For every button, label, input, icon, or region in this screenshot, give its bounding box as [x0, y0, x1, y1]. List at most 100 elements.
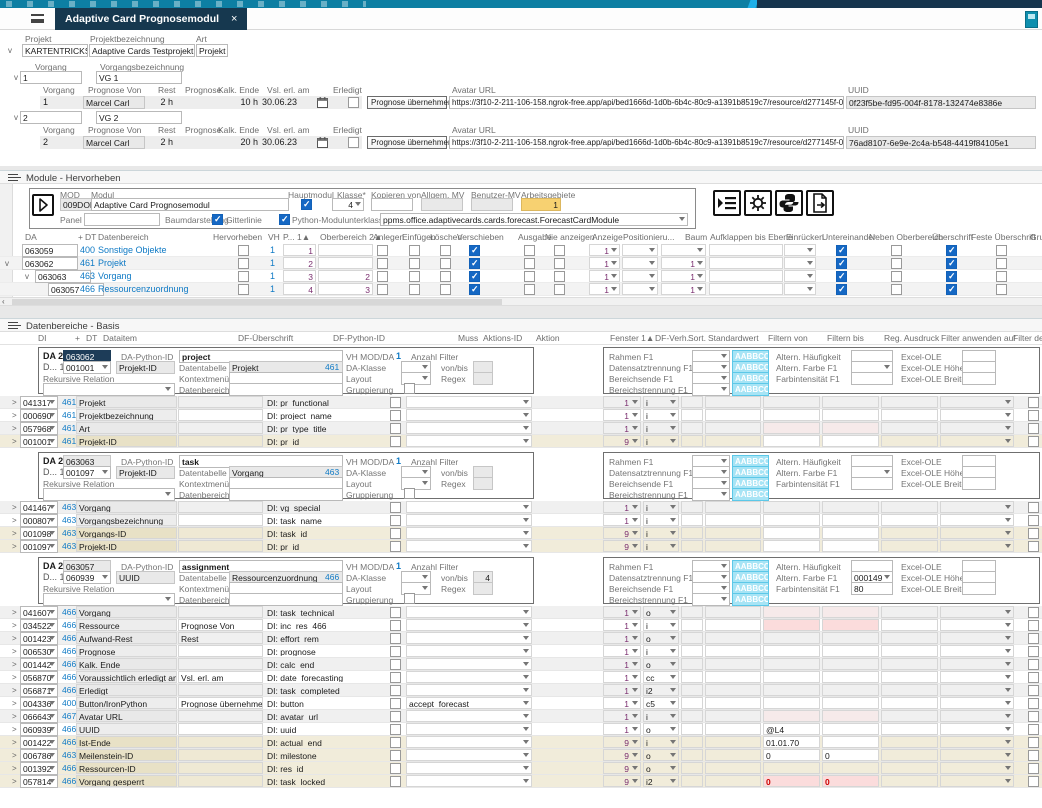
ueberschrift-checkbox[interactable]: [946, 258, 957, 269]
dataitem-row[interactable]: > 041467 463 Vorgang DI: vg_special 1 i: [0, 501, 1042, 514]
python-id-cell[interactable]: DI: task_name: [264, 514, 381, 526]
python-id-cell[interactable]: DI: date_forecasting: [264, 671, 381, 683]
position-cell[interactable]: 4: [283, 283, 316, 295]
task-expand-icon[interactable]: v: [14, 112, 18, 124]
filtern-von-cell[interactable]: [763, 435, 820, 447]
row-expand-icon[interactable]: >: [12, 724, 17, 736]
ueberschrift-cell[interactable]: [178, 736, 263, 748]
b-h-dt[interactable]: DT: [86, 333, 97, 343]
erledigt-checkbox[interactable]: [348, 97, 359, 108]
reg-ausdruck-cell[interactable]: [881, 645, 938, 657]
muss-checkbox[interactable]: [390, 737, 401, 748]
verschieben-checkbox[interactable]: [469, 271, 480, 282]
b-h-filter-anwenden[interactable]: Filter anwenden auf: [941, 333, 1016, 343]
reg-ausdruck-cell[interactable]: [881, 396, 938, 408]
python-id-cell[interactable]: DI: inc_res_466: [264, 619, 381, 631]
da-table-row[interactable]: v 063063 463 Vorgang 1 3 2 1 1: [0, 270, 1042, 283]
b-h-standardwert[interactable]: Standardwert: [708, 333, 759, 343]
b-h-ueberschrift[interactable]: DF-Überschrift: [238, 333, 293, 343]
sort-cell[interactable]: [681, 514, 703, 526]
standardwert-cell[interactable]: [705, 606, 761, 618]
sort-cell[interactable]: [681, 762, 703, 774]
filtern-bis-cell[interactable]: [822, 645, 879, 657]
section-hamburger-icon[interactable]: [8, 174, 18, 181]
aktions-id-select[interactable]: [406, 723, 532, 735]
projekt-field[interactable]: KARTENTRICKS: [22, 44, 88, 57]
aktions-id-select[interactable]: accept_forecast: [406, 697, 532, 709]
dataitem-row[interactable]: > 001442 466 Kalk. Ende DI: calc_end 1 o: [0, 658, 1042, 671]
horizontal-scrollbar[interactable]: ‹: [0, 297, 1042, 306]
da-h-ueberschrift[interactable]: Überschrift: [932, 232, 973, 242]
ueberschrift-cell[interactable]: Rest: [178, 632, 263, 644]
reg-ausdruck-cell[interactable]: [881, 501, 938, 513]
filtern-von-cell[interactable]: [763, 501, 820, 513]
ueberschrift-cell[interactable]: [178, 606, 263, 618]
position-cell[interactable]: 3: [283, 270, 316, 282]
python-icon[interactable]: [775, 190, 803, 216]
dataitem-row[interactable]: > 001097 463 Projekt-ID DI: pr_id 9 i: [0, 540, 1042, 553]
aktions-id-select[interactable]: [406, 671, 532, 683]
filtern-von-cell[interactable]: [763, 658, 820, 670]
dataitem-row[interactable]: > 041607 466 Vorgang DI: task_technical …: [0, 606, 1042, 619]
filtern-von-cell[interactable]: [763, 671, 820, 683]
da-h-verschieben[interactable]: Verschieben: [457, 232, 504, 242]
muss-checkbox[interactable]: [390, 698, 401, 709]
python-unterklasse-checkbox[interactable]: [279, 214, 290, 225]
standardwert-cell[interactable]: [705, 422, 761, 434]
filtern-bis-cell[interactable]: [822, 671, 879, 683]
aktions-id-select[interactable]: [406, 775, 532, 787]
da-h-p1[interactable]: P... 1▲: [283, 232, 310, 242]
row-expand-icon[interactable]: >: [12, 633, 17, 645]
python-id-cell[interactable]: DI: effort_rem: [264, 632, 381, 644]
aufklappen-cell[interactable]: [709, 270, 783, 282]
datenbereich-field[interactable]: [229, 593, 343, 606]
da-row-expand-icon[interactable]: v: [5, 258, 9, 270]
reg-ausdruck-cell[interactable]: [881, 736, 938, 748]
filter-deak-checkbox[interactable]: [1028, 698, 1039, 709]
neben-oberbereich-checkbox[interactable]: [891, 284, 902, 295]
filter-deak-checkbox[interactable]: [1028, 436, 1039, 447]
tab-close-icon[interactable]: ×: [231, 13, 237, 25]
da-name-link[interactable]: Sonstige Objekte: [98, 244, 167, 256]
sort-cell[interactable]: [681, 619, 703, 631]
dataitem-row[interactable]: > 057814 466 Vorgang gesperrt DI: task_l…: [0, 775, 1042, 788]
aktions-id-select[interactable]: [406, 684, 532, 696]
vorgangsbezeichnung-field[interactable]: VG 1: [96, 71, 182, 84]
position-cell[interactable]: 1: [283, 244, 316, 256]
sort-cell[interactable]: [681, 710, 703, 722]
python-id-cell[interactable]: DI: task_completed: [264, 684, 381, 696]
sort-cell[interactable]: [681, 775, 703, 787]
hervorheben-checkbox[interactable]: [238, 258, 249, 269]
muss-checkbox[interactable]: [390, 685, 401, 696]
hervorheben-checkbox[interactable]: [238, 245, 249, 256]
filtern-bis-cell[interactable]: 0: [822, 749, 879, 761]
reg-ausdruck-cell[interactable]: [881, 749, 938, 761]
filter-deak-checkbox[interactable]: [1028, 763, 1039, 774]
ueberschrift-cell[interactable]: [178, 435, 263, 447]
aktions-id-select[interactable]: [406, 710, 532, 722]
vorgang-field[interactable]: 1: [20, 71, 82, 84]
dataitem-cell[interactable]: Art: [76, 422, 177, 434]
ueberschrift-cell[interactable]: [178, 749, 263, 761]
python-id-cell[interactable]: DI: avatar_url: [264, 710, 381, 722]
ueberschrift-checkbox[interactable]: [946, 271, 957, 282]
ueberschrift-cell[interactable]: [178, 723, 263, 735]
python-id-cell[interactable]: DI: actual_end: [264, 736, 381, 748]
da-h-positionierung[interactable]: Positionieru...: [623, 232, 675, 242]
row-expand-icon[interactable]: >: [12, 502, 17, 514]
filtern-von-cell[interactable]: [763, 645, 820, 657]
aktions-id-select[interactable]: [406, 619, 532, 631]
kopieren-von-field[interactable]: [371, 198, 413, 211]
oberbereich-cell[interactable]: 3: [318, 283, 373, 295]
uuid-field[interactable]: 76ad8107-6e9e-2c4a-b548-4419f84105e1: [846, 136, 1036, 149]
standardwert-cell[interactable]: [705, 396, 761, 408]
b-h-filtern-bis[interactable]: Filtern bis: [827, 333, 864, 343]
filtern-von-cell[interactable]: [763, 697, 820, 709]
nie-anzeigen-checkbox[interactable]: [554, 245, 565, 256]
standardwert-cell[interactable]: [705, 710, 761, 722]
reg-ausdruck-cell[interactable]: [881, 671, 938, 683]
filter-anwenden-select[interactable]: [940, 501, 1014, 513]
feste-ueberschrift-checkbox[interactable]: [996, 271, 1007, 282]
filtern-bis-cell[interactable]: [822, 736, 879, 748]
filter-deak-checkbox[interactable]: [1028, 711, 1039, 722]
